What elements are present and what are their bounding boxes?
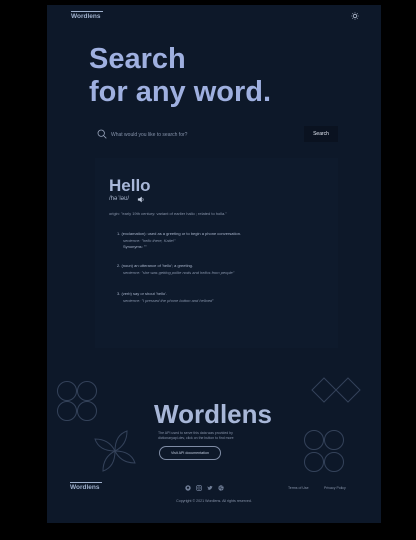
footer-logo[interactable]: Wordlens — [70, 482, 102, 491]
meaning-definition: 3. (verb) say or shout 'hello'. — [117, 291, 167, 296]
search-button[interactable]: Search — [304, 126, 338, 142]
privacy-link[interactable]: Privacy Policy — [324, 486, 346, 490]
meaning-synonyms: Synonyms: "" — [123, 244, 147, 249]
meaning-example: sentence: "I pressed the phone button an… — [123, 298, 214, 303]
speaker-icon[interactable] — [137, 196, 145, 203]
footer-logo-underline — [70, 482, 102, 483]
meaning-definition: 1. (exclamation): used as a greeting or … — [117, 231, 242, 236]
header-logo[interactable]: Wordlens — [71, 11, 103, 20]
definition-card: Hello /həˈləʊ/ origin: "early 19th centu… — [95, 158, 338, 348]
pinwheel-decoration — [94, 430, 136, 472]
logo-underline — [71, 11, 103, 12]
word-title: Hello — [109, 176, 151, 195]
meaning-item: 3. (verb) say or shout 'hello'. sentence… — [117, 291, 214, 303]
search-input[interactable] — [111, 128, 291, 141]
api-docs-button[interactable]: Visit API documentation — [159, 446, 221, 460]
search-icon — [97, 129, 107, 139]
meaning-example: sentence: "hello there, Katie!" — [123, 238, 176, 243]
header-logo-text: Wordlens — [71, 13, 101, 20]
meaning-item: 2. (noun) an utterance of 'hello'; a gre… — [117, 263, 234, 275]
meaning-item: 1. (exclamation): used as a greeting or … — [117, 231, 241, 249]
github-icon[interactable] — [185, 485, 191, 491]
circles-decoration-left — [57, 381, 97, 421]
search-bar: Search — [95, 126, 338, 143]
page: Wordlens Search for any word. Search Hel… — [47, 5, 381, 523]
instagram-icon[interactable] — [196, 485, 202, 491]
terms-link[interactable]: Terms of Use — [288, 486, 309, 490]
copyright-text: Copyright © 2021 Wordlens. All rights re… — [176, 499, 252, 503]
twitter-icon[interactable] — [207, 485, 213, 491]
footer-logo-text: Wordlens — [70, 484, 100, 491]
phonetic-text: /həˈləʊ/ — [109, 196, 130, 202]
circles-decoration-right — [304, 430, 344, 472]
meaning-example: sentence: "she was getting polite nods a… — [123, 270, 235, 275]
api-note: The API used to serve this data was prov… — [158, 431, 268, 441]
sun-icon[interactable] — [351, 12, 359, 20]
hero-line-2: for any word. — [89, 76, 272, 108]
hero-title: Search for any word. — [89, 43, 271, 109]
hero-line-1: Search — [89, 43, 186, 75]
diamonds-decoration — [311, 377, 361, 403]
footer-big-logo: Wordlens — [154, 399, 272, 429]
origin-text: origin: "early 19th century: variant of … — [109, 211, 227, 216]
meaning-definition: 2. (noun) an utterance of 'hello'; a gre… — [117, 263, 194, 268]
dribbble-icon[interactable] — [218, 485, 224, 491]
api-note-line-2: dictionaryapi.dev, click on the button t… — [158, 436, 234, 440]
